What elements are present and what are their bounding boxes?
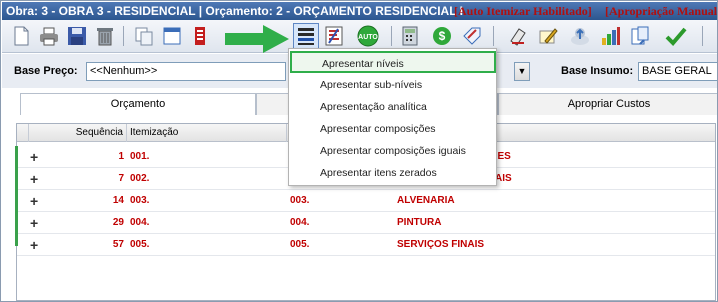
window-title: Obra: 3 - OBRA 3 - RESIDENCIAL | Orçamen… — [6, 4, 463, 18]
upload-icon[interactable] — [569, 25, 591, 47]
paste-icon[interactable] — [629, 25, 651, 47]
header-sequencia[interactable]: Sequência — [29, 124, 127, 142]
menu-item-apresentar-composicoes[interactable]: Apresentar composições — [292, 118, 495, 140]
cell-sequencia: 57 — [112, 239, 124, 250]
cell-itemizacao: 001. — [130, 151, 150, 162]
levels-menu-icon[interactable] — [293, 23, 319, 49]
cell-itemizacao: 004. — [130, 217, 150, 228]
cell-itemizacao: 002. — [130, 173, 150, 184]
new-document-icon[interactable] — [10, 25, 32, 47]
cell-codigo: 005. — [290, 239, 310, 250]
cell-sequencia: 7 — [118, 173, 124, 184]
cell-codigo: 004. — [290, 217, 310, 228]
table-row[interactable]: + 29 004. 004. PINTURA — [17, 212, 715, 234]
grid-header-spacer — [17, 124, 29, 142]
table-row[interactable]: + 57 005. 005. SERVIÇOS FINAIS — [17, 234, 715, 256]
toolbar-separator — [123, 26, 124, 46]
calculator-icon[interactable] — [399, 25, 421, 47]
auto-label: AUTO — [358, 34, 378, 41]
base-preco-dropdown-button[interactable]: ▼ — [514, 62, 530, 81]
table-row[interactable]: + 14 003. 003. ALVENARIA — [17, 190, 715, 212]
cell-codigo: 003. — [290, 195, 310, 206]
cell-sequencia: 1 — [118, 151, 124, 162]
apropriacao-flag: [Apropriação Manual] — [605, 4, 718, 18]
tag-icon[interactable] — [461, 25, 483, 47]
base-insumo-label: Base Insumo: — [561, 65, 634, 77]
money-icon[interactable]: $ — [431, 25, 453, 47]
window-icon[interactable] — [161, 25, 183, 47]
cell-descricao: PINTURA — [397, 217, 442, 228]
auto-button-icon[interactable]: AUTO — [355, 25, 381, 47]
cell-descricao: ALVENARIA — [397, 195, 455, 206]
base-preco-label: Base Preço: — [14, 65, 78, 77]
menu-item-apresentar-itens-zerados[interactable]: Apresentar itens zerados — [292, 162, 495, 184]
menu-item-apresentar-composicoes-iguais[interactable]: Apresentar composições iguais — [292, 140, 495, 162]
base-insumo-select[interactable]: BASE GERAL — [638, 62, 717, 81]
sort-icon[interactable] — [323, 25, 345, 47]
toolbar-separator — [493, 26, 494, 46]
print-icon[interactable] — [38, 25, 60, 47]
trash-icon[interactable] — [94, 25, 116, 47]
checkmark-icon[interactable] — [665, 25, 687, 47]
toolbar-separator — [702, 26, 703, 46]
levels-dropdown-menu: Apresentar níveis Apresentar sub-níveis … — [288, 48, 497, 186]
menu-item-apresentar-sub-niveis[interactable]: Apresentar sub-níveis — [292, 74, 495, 96]
application-window: Obra: 3 - OBRA 3 - RESIDENCIAL | Orçamen… — [0, 0, 718, 302]
copy-icon[interactable] — [133, 25, 155, 47]
highlight-arrow-icon — [225, 25, 289, 53]
stamp-icon[interactable] — [507, 25, 529, 47]
cell-itemizacao: 005. — [130, 239, 150, 250]
base-preco-select[interactable]: <<Nenhum>> — [86, 62, 286, 81]
save-icon[interactable] — [66, 25, 88, 47]
cell-descricao: SERVIÇOS FINAIS — [397, 239, 485, 250]
bar-chart-icon[interactable] — [599, 25, 621, 47]
list-red-icon[interactable] — [189, 25, 211, 47]
money-label: $ — [439, 29, 446, 43]
pencil-icon[interactable] — [537, 25, 559, 47]
tab-apropriar-custos[interactable]: Apropriar Custos — [498, 93, 717, 115]
header-itemizacao[interactable]: Itemização — [127, 124, 287, 142]
cell-itemizacao: 003. — [130, 195, 150, 206]
auto-itemizar-flag: [Auto Itemizar Habilitado] — [454, 4, 592, 18]
cell-sequencia: 29 — [112, 217, 124, 228]
menu-item-apresentar-niveis[interactable]: Apresentar níveis — [290, 51, 496, 73]
selection-indicator — [15, 146, 18, 246]
toolbar-separator — [391, 26, 392, 46]
title-bar: Obra: 3 - OBRA 3 - RESIDENCIAL | Orçamen… — [2, 2, 718, 20]
menu-item-apresentacao-analitica[interactable]: Apresentação analítica — [292, 96, 495, 118]
cell-sequencia: 14 — [112, 195, 124, 206]
tab-orcamento[interactable]: Orçamento — [20, 93, 256, 115]
